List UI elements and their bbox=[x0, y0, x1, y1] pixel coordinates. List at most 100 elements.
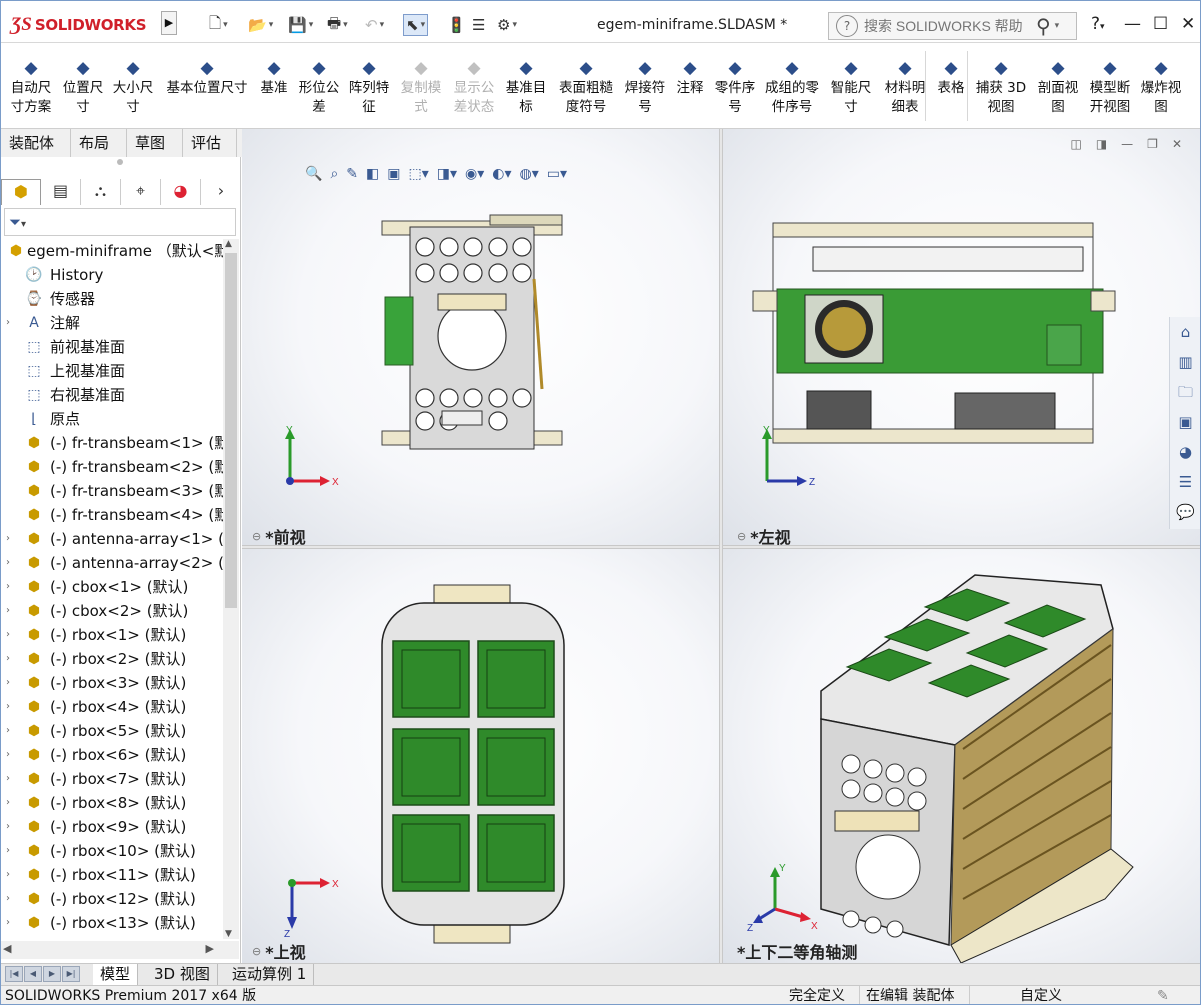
search-icon[interactable]: ⚲ bbox=[1036, 14, 1051, 38]
panel-splitter-handle[interactable] bbox=[117, 159, 123, 165]
command-tolerance-status-button[interactable]: ◆ 显示公 差状态 bbox=[451, 57, 497, 117]
expand-chevron-icon[interactable]: › bbox=[6, 311, 10, 335]
command-bom-button[interactable]: ◆ 材料明 细表 bbox=[881, 57, 929, 117]
tree-item[interactable]: › ⬢ (-) rbox<9> (默认) bbox=[1, 815, 223, 839]
expand-chevron-icon[interactable]: › bbox=[6, 647, 10, 671]
scroll-up-icon[interactable]: ▲ bbox=[225, 239, 232, 249]
view-palette-icon[interactable]: ▣ bbox=[1170, 407, 1200, 437]
first-tab-icon[interactable]: |◀ bbox=[5, 966, 23, 982]
tab-0[interactable]: 装配体 bbox=[1, 129, 71, 157]
tree-filter[interactable]: ⏷▾ bbox=[4, 208, 236, 236]
viewport-restore-icon[interactable]: ❐ bbox=[1147, 137, 1158, 151]
last-tab-icon[interactable]: ▶| bbox=[62, 966, 80, 982]
tree-item[interactable]: ⬢ (-) fr-transbeam<3> (默认) bbox=[1, 479, 223, 503]
bottom-tab-2[interactable]: 运动算例 1 bbox=[225, 964, 315, 986]
command-stacked-balloon-button[interactable]: ◆ 成组的零 件序号 bbox=[761, 57, 823, 117]
help-menu-button[interactable]: ?▾ bbox=[1091, 14, 1105, 34]
command-pattern-feature-button[interactable]: ◆ 阵列特 征 bbox=[347, 57, 391, 117]
command-table-button[interactable]: ◆ 表格 bbox=[933, 57, 969, 98]
expand-chevron-icon[interactable]: › bbox=[6, 911, 10, 935]
expand-chevron-icon[interactable]: › bbox=[6, 887, 10, 911]
viewport-left[interactable]: ◫ ◨ — ❐ ✕ Y Z ⊖ *左视 ⌂ ▥ 🗀 ▣ ◕ ☰ 💬 bbox=[723, 129, 1200, 545]
tab-1[interactable]: 布局 bbox=[71, 129, 127, 157]
expand-chevron-icon[interactable]: › bbox=[6, 767, 10, 791]
tree-item[interactable]: ⌚ 传感器 bbox=[1, 287, 223, 311]
link-views-icon[interactable]: ◫ bbox=[1070, 137, 1081, 151]
forum-icon[interactable]: 💬 bbox=[1170, 497, 1200, 527]
command-note-button[interactable]: ◆ 注释 bbox=[673, 57, 707, 98]
tree-item[interactable]: › ⬢ (-) rbox<1> (默认) bbox=[1, 623, 223, 647]
save-button[interactable]: 💾 ▾ bbox=[288, 14, 313, 36]
command-size-dimension-button[interactable]: ◆ 大小尺 寸 bbox=[111, 57, 155, 117]
viewport-minimize-icon[interactable]: — bbox=[1121, 137, 1133, 151]
expand-chevron-icon[interactable]: › bbox=[6, 695, 10, 719]
undo-button[interactable]: ↶ ▾ bbox=[365, 14, 384, 36]
expand-chevron-icon[interactable]: › bbox=[6, 527, 10, 551]
scroll-left-icon[interactable]: ◀ bbox=[3, 942, 11, 955]
view-settings-icon[interactable]: ▭▾ bbox=[547, 166, 567, 182]
viewport-dimetric[interactable]: Y X Z *上下二等角轴测 bbox=[723, 549, 1200, 963]
select-button[interactable]: ⬉ ▾ bbox=[403, 14, 429, 36]
more-tabs-button[interactable]: › bbox=[201, 179, 241, 205]
tree-item[interactable]: › ⬢ (-) rbox<3> (默认) bbox=[1, 671, 223, 695]
tree-horizontal-scrollbar[interactable]: ◀ ▶ bbox=[1, 941, 239, 959]
command-balloon-button[interactable]: ◆ 零件序 号 bbox=[711, 57, 759, 117]
feature-manager-tab[interactable]: ⬢ bbox=[1, 179, 41, 205]
expand-menu-button[interactable]: ▶ bbox=[161, 11, 177, 35]
status-units[interactable]: 自定义 bbox=[969, 986, 1062, 1004]
prev-tab-icon[interactable]: ◀ bbox=[24, 966, 42, 982]
expand-chevron-icon[interactable]: › bbox=[6, 575, 10, 599]
graphics-area[interactable]: Y X ⊖*前视 🔍 ⌕ ✎ ◧ ▣ ⬚▾ ◨▾ ◉▾ ◐▾ ◍▾ ▭▾ ◫ bbox=[242, 129, 1200, 963]
tab-2[interactable]: 草图 bbox=[127, 129, 183, 157]
display-manager-tab[interactable]: ◕ bbox=[161, 179, 201, 205]
close-button[interactable]: ✕ bbox=[1181, 14, 1195, 34]
expand-chevron-icon[interactable]: › bbox=[6, 623, 10, 647]
command-datum-button[interactable]: ◆ 基准 bbox=[257, 57, 291, 98]
command-copy-scheme-button[interactable]: ◆ 复制模 式 bbox=[399, 57, 443, 117]
command-geometric-tolerance-button[interactable]: ◆ 形位公 差 bbox=[297, 57, 341, 117]
scroll-right-icon[interactable]: ▶ bbox=[206, 942, 214, 955]
command-smart-dimension-button[interactable]: ◆ 智能尺 寸 bbox=[827, 57, 875, 117]
expand-chevron-icon[interactable]: › bbox=[6, 815, 10, 839]
hide-show-items-icon[interactable]: ◉▾ bbox=[465, 166, 484, 182]
command-section-view-button[interactable]: ◆ 剖面视 图 bbox=[1033, 57, 1083, 117]
command-location-dimension-button[interactable]: ◆ 位置尺 寸 bbox=[61, 57, 105, 117]
minimize-button[interactable]: — bbox=[1124, 14, 1141, 34]
viewport-vertical-splitter[interactable] bbox=[719, 129, 723, 963]
tree-item[interactable]: › ⬢ (-) rbox<2> (默认) bbox=[1, 647, 223, 671]
tree-item[interactable]: 🕑 History bbox=[1, 263, 223, 287]
unlink-views-icon[interactable]: ◨ bbox=[1096, 137, 1107, 151]
expand-chevron-icon[interactable]: › bbox=[6, 791, 10, 815]
tree-item[interactable]: ⬢ (-) fr-transbeam<2> (默认) bbox=[1, 455, 223, 479]
bottom-tab-1[interactable]: 3D 视图 bbox=[147, 964, 218, 986]
dimxpert-manager-tab[interactable]: ⌖ bbox=[121, 179, 161, 205]
new-document-button[interactable]: 🗋 ▾ bbox=[209, 14, 228, 36]
previous-view-icon[interactable]: ✎ bbox=[346, 166, 358, 182]
next-tab-icon[interactable]: ▶ bbox=[43, 966, 61, 982]
design-library-icon[interactable]: ▥ bbox=[1170, 347, 1200, 377]
maximize-button[interactable]: ☐ bbox=[1153, 14, 1168, 34]
tree-item[interactable]: › ⬢ (-) antenna-array<1> (默认) bbox=[1, 527, 223, 551]
solidworks-logo[interactable]: ƷS SOLIDWORKS bbox=[11, 10, 157, 40]
tree-item[interactable]: › ⬢ (-) rbox<13> (默认) bbox=[1, 911, 223, 935]
bottom-tab-0[interactable]: 模型 bbox=[93, 964, 139, 986]
viewport-top[interactable]: X Z ⊖ *上视 bbox=[242, 549, 719, 963]
command-weld-symbol-button[interactable]: ◆ 焊接符 号 bbox=[621, 57, 669, 117]
tree-item[interactable]: ⬚ 前视基准面 bbox=[1, 335, 223, 359]
expand-chevron-icon[interactable]: › bbox=[6, 743, 10, 767]
expand-chevron-icon[interactable]: › bbox=[6, 719, 10, 743]
file-properties-button[interactable]: ☰ bbox=[472, 14, 485, 36]
command-capture-3d-view-button[interactable]: ◆ 捕获 3D 视图 bbox=[973, 57, 1029, 117]
options-button[interactable]: ⚙ ▾ bbox=[497, 14, 517, 36]
tab-3[interactable]: 评估 bbox=[183, 129, 237, 157]
tree-item[interactable]: › ⬢ (-) rbox<6> (默认) bbox=[1, 743, 223, 767]
command-surface-finish-button[interactable]: ◆ 表面粗糙 度符号 bbox=[555, 57, 617, 117]
command-model-break-view-button[interactable]: ◆ 模型断 开视图 bbox=[1085, 57, 1135, 117]
print-button[interactable]: 🖶 ▾ bbox=[327, 14, 348, 36]
expand-chevron-icon[interactable]: › bbox=[6, 863, 10, 887]
tree-vertical-scrollbar[interactable]: ▲ ▼ bbox=[223, 239, 239, 939]
status-rebuild-icon[interactable]: ✎ bbox=[1157, 986, 1169, 1004]
command-exploded-view-button[interactable]: ◆ 爆炸视 图 bbox=[1137, 57, 1185, 117]
tree-item[interactable]: ⬢ (-) fr-transbeam<1> (默认) bbox=[1, 431, 223, 455]
expand-chevron-icon[interactable]: › bbox=[6, 839, 10, 863]
